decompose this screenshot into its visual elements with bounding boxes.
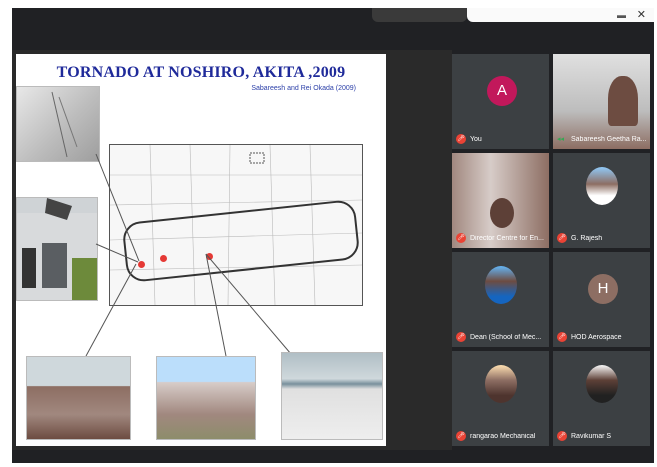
share-notification-bar: ▬ ✕ — [467, 8, 654, 22]
participant-name: Director Centre for En... — [470, 235, 544, 242]
profile-photo — [586, 365, 618, 403]
participant-name: Ravikumar S — [571, 433, 612, 440]
participant-tile-ravikumar[interactable]: 🎤︎ Ravikumar S — [553, 351, 650, 446]
mic-off-icon: 🎤︎ — [456, 431, 466, 441]
video-feed — [490, 198, 514, 228]
participant-tile-rangarao[interactable]: 🎤︎ rangarao Mechanical — [452, 351, 549, 446]
mic-off-icon: 🎤︎ — [456, 134, 466, 144]
profile-photo — [485, 365, 517, 403]
video-feed — [608, 76, 638, 126]
avatar: H — [588, 274, 618, 304]
participant-name: You — [470, 136, 482, 143]
close-icon[interactable]: ✕ — [637, 8, 646, 22]
participant-tile-you[interactable]: A 🎤︎ You — [452, 54, 549, 149]
participant-tile-dean[interactable]: 🎤︎ Dean (School of Mec... — [452, 252, 549, 347]
participant-tile-sabareesh[interactable]: ◂◂ Sabareesh Geetha Ra... — [553, 54, 650, 149]
participant-name: Sabareesh Geetha Ra... — [571, 136, 647, 143]
mic-off-icon: 🎤︎ — [557, 332, 567, 342]
presentation-area: TORNADO AT NOSHIRO, AKITA ,2009 Sabarees… — [12, 50, 452, 450]
slide: TORNADO AT NOSHIRO, AKITA ,2009 Sabarees… — [16, 54, 386, 446]
participant-name: rangarao Mechanical — [470, 433, 536, 440]
mic-off-icon: 🎤︎ — [557, 233, 567, 243]
profile-photo — [586, 167, 618, 205]
top-bar: ▬ ✕ — [12, 8, 654, 50]
profile-photo — [485, 266, 517, 304]
damage-photo-bottom-right — [281, 352, 383, 440]
damage-photo-bottom-center — [156, 356, 256, 440]
bottom-bar — [12, 450, 654, 463]
meeting-window: ▬ ✕ TORNADO AT NOSHIRO, AKITA ,2009 Saba… — [12, 8, 654, 463]
audio-level-icon: ◂◂ — [557, 136, 565, 143]
minimize-icon[interactable]: ▬ — [617, 8, 626, 22]
participant-name: Dean (School of Mec... — [470, 334, 542, 341]
mic-off-icon: 🎤︎ — [456, 332, 466, 342]
participant-tile-hod-aerospace[interactable]: H 🎤︎ HOD Aerospace — [553, 252, 650, 347]
participant-tile-g-rajesh[interactable]: 🎤︎ G. Rajesh — [553, 153, 650, 248]
participant-name: HOD Aerospace — [571, 334, 622, 341]
mic-off-icon: 🎤︎ — [557, 431, 567, 441]
screen-share-chip[interactable] — [372, 8, 467, 22]
participant-tile-director[interactable]: 🎤︎ Director Centre for En... — [452, 153, 549, 248]
participant-name: G. Rajesh — [571, 235, 603, 242]
damage-photo-bottom-left — [26, 356, 131, 440]
avatar: A — [487, 76, 517, 106]
participants-grid: A 🎤︎ You ◂◂ Sabareesh Geetha Ra... 🎤︎ Di… — [452, 50, 654, 450]
mic-off-icon: 🎤︎ — [456, 233, 466, 243]
screen-frame: ▬ ✕ TORNADO AT NOSHIRO, AKITA ,2009 Saba… — [0, 0, 657, 467]
